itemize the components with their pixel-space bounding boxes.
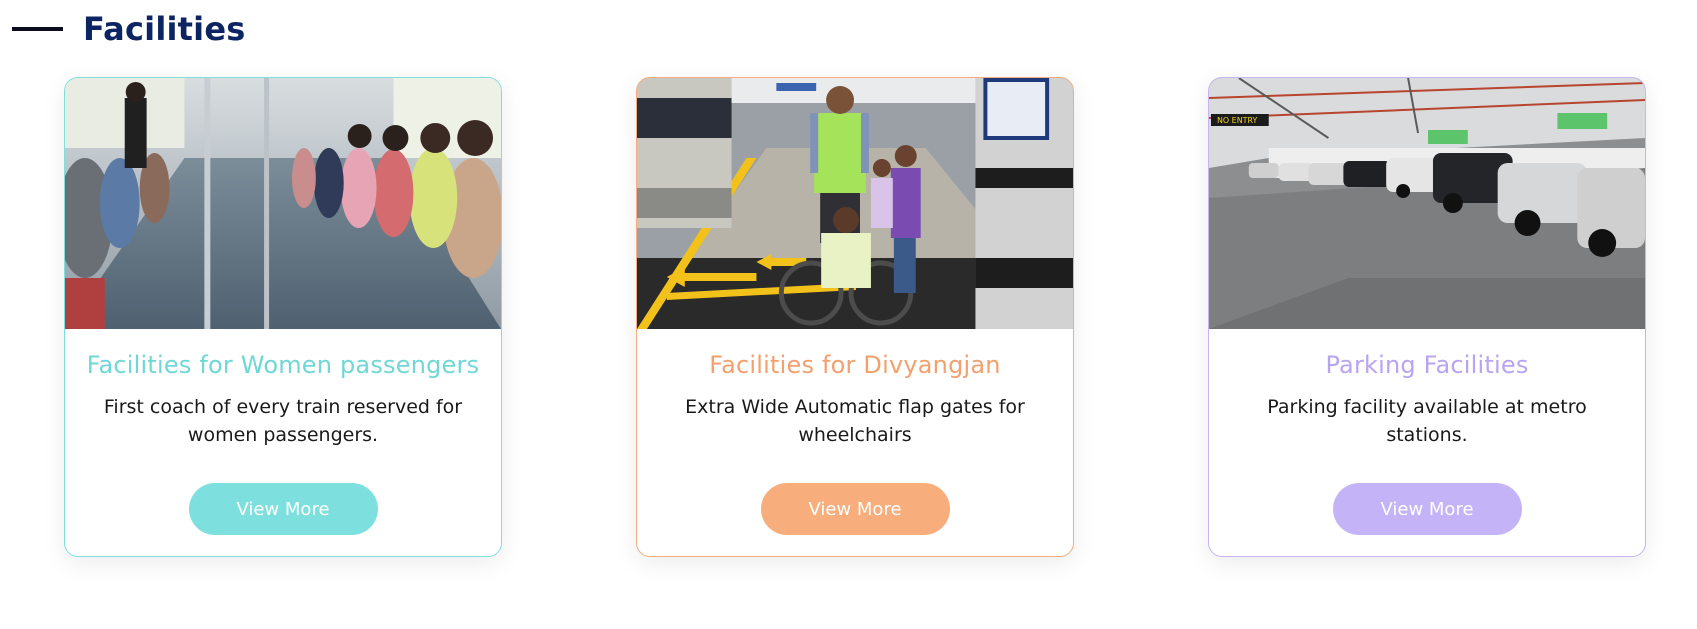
parking-lot-photo: NO ENTRY [1209,78,1645,329]
facility-card-women: Facilities for Women passengers First co… [64,77,502,557]
view-more-button-parking[interactable]: View More [1332,483,1522,535]
card-title: Facilities for Divyangjan [709,351,1001,379]
section-header: Facilities [12,8,245,50]
card-title: Facilities for Women passengers [86,351,480,379]
view-more-button-divyangjan[interactable]: View More [760,483,950,535]
section-title: Facilities [83,10,246,48]
women-coach-photo [65,78,501,329]
card-description: Extra Wide Automatic flap gates for whee… [685,396,1025,446]
divyangjan-wheelchair-photo [637,78,1073,329]
card-description: Parking facility available at metro stat… [1267,396,1587,446]
header-accent-line [12,27,63,31]
facility-card-divyangjan: Facilities for Divyangjan Extra Wide Aut… [636,77,1074,557]
card-title: Parking Facilities [1325,351,1529,379]
no-entry-sign-text: NO ENTRY [1217,116,1258,125]
card-description: First coach of every train reserved for … [103,396,463,446]
facility-card-parking: NO ENTRY Parking Facilities Parking faci… [1208,77,1646,557]
facilities-section: Facilities Facilities for Women passenge… [0,0,1697,629]
facility-cards: Facilities for Women passengers First co… [64,77,1646,557]
view-more-button-women[interactable]: View More [188,483,378,535]
